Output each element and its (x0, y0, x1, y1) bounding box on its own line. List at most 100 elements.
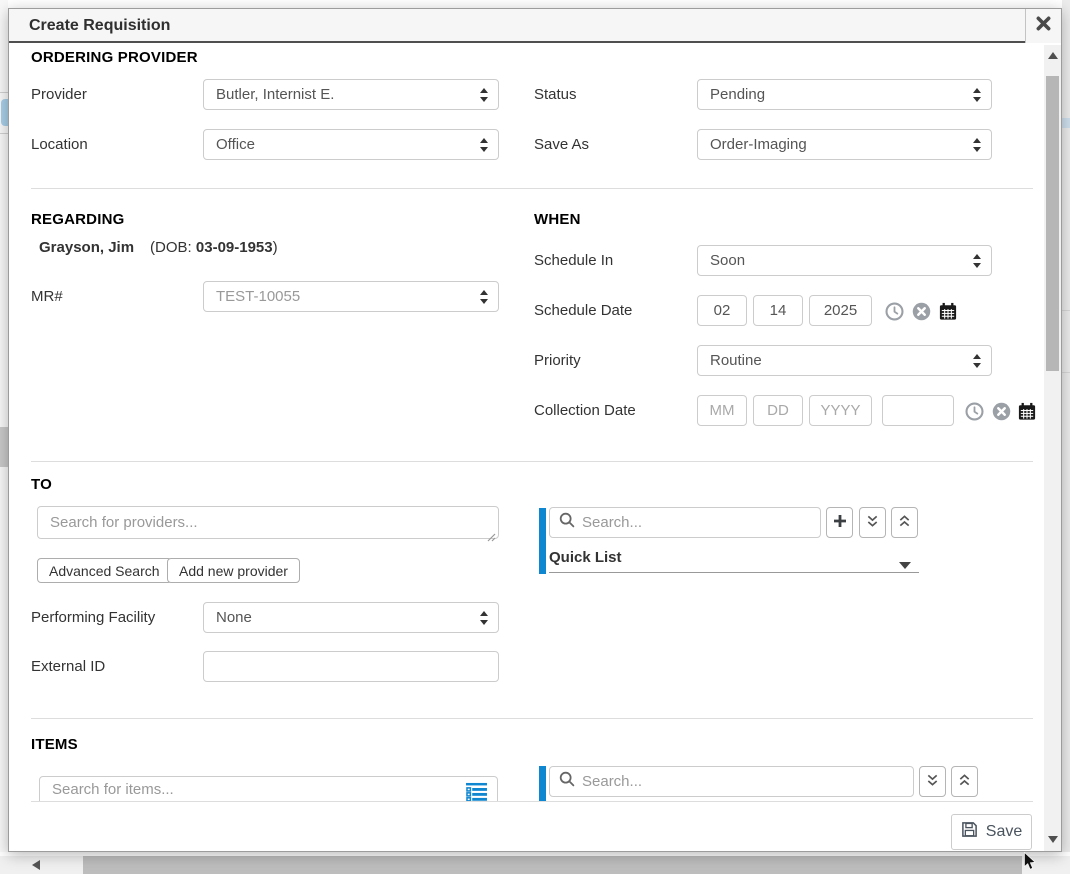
performing-facility-select[interactable]: None (203, 602, 499, 633)
location-label: Location (31, 129, 88, 160)
modal-footer: Save (9, 801, 1061, 851)
scroll-up-button[interactable] (1044, 47, 1061, 64)
expand-all-button[interactable] (919, 766, 946, 797)
calendar-icon[interactable] (1017, 401, 1037, 421)
when-heading: WHEN (534, 211, 581, 228)
clock-icon[interactable] (884, 301, 904, 321)
quick-panel-accent-bar (539, 508, 546, 574)
schedule-year-input[interactable] (809, 295, 872, 326)
status-label: Status (534, 79, 577, 110)
plus-icon (833, 514, 847, 531)
item-search-input[interactable] (52, 781, 452, 798)
save-floppy-icon (961, 821, 978, 843)
schedule-day-input[interactable] (753, 295, 803, 326)
item-quick-search-input[interactable] (582, 773, 904, 790)
scroll-left-arrow-icon[interactable] (32, 860, 40, 870)
vertical-scrollbar-thumb[interactable] (1046, 76, 1059, 371)
select-updown-icon (479, 88, 489, 107)
schedule-date-row: Schedule Date (9, 295, 1046, 326)
collection-date-row: Collection Date (9, 395, 1046, 426)
collapse-all-button[interactable] (951, 766, 978, 797)
background-right-strip (1062, 0, 1070, 874)
scrollbar-corner (1055, 856, 1070, 874)
modal-header: Create Requisition (9, 9, 1061, 43)
provider-search-textarea[interactable] (37, 506, 499, 539)
location-select[interactable]: Office (203, 129, 499, 160)
to-heading: TO (31, 476, 52, 493)
add-provider-to-list-button[interactable] (826, 507, 853, 538)
priority-row: Priority Routine (9, 345, 1046, 376)
background-blue-button-fragment (1, 99, 8, 126)
add-new-provider-button[interactable]: Add new provider (167, 558, 300, 583)
create-requisition-modal: Create Requisition ORDERING PROVIDER Pro… (8, 8, 1062, 852)
priority-select[interactable]: Routine (697, 345, 992, 376)
save-as-label: Save As (534, 129, 589, 160)
scroll-up-arrow-icon (1048, 52, 1058, 59)
external-id-label: External ID (31, 651, 105, 682)
quick-list-header[interactable]: Quick List (549, 547, 919, 573)
close-icon (1036, 16, 1051, 36)
double-chevron-up-icon (898, 515, 911, 531)
schedule-in-select[interactable]: Soon (697, 245, 992, 276)
mouse-cursor-icon (1024, 852, 1036, 874)
background-divider (1062, 372, 1070, 373)
collection-day-input[interactable] (753, 395, 803, 426)
double-chevron-down-icon (926, 774, 939, 790)
provider-status-row: Provider Butler, Internist E. Status Pen… (9, 79, 1046, 110)
collection-month-input[interactable] (697, 395, 747, 426)
select-updown-icon (972, 88, 982, 107)
schedule-in-select-value: Soon (710, 246, 745, 275)
quick-list-label: Quick List (549, 549, 622, 566)
page-horizontal-scrollbar[interactable] (0, 856, 1055, 874)
clear-date-icon[interactable] (991, 401, 1011, 421)
regarding-heading: REGARDING (31, 211, 124, 228)
modal-vertical-scrollbar[interactable] (1044, 45, 1061, 851)
collection-year-input[interactable] (809, 395, 872, 426)
schedule-in-row: Schedule In Soon (9, 245, 1046, 276)
background-divider (0, 133, 8, 134)
footer-divider (31, 801, 1033, 802)
double-chevron-up-icon (958, 774, 971, 790)
scroll-down-button[interactable] (1044, 831, 1061, 848)
collapse-all-button[interactable] (891, 507, 918, 538)
section-divider (31, 718, 1033, 719)
ordering-provider-heading: ORDERING PROVIDER (31, 49, 198, 66)
select-updown-icon (479, 611, 489, 630)
background-left-strip (0, 0, 8, 874)
external-id-input[interactable] (203, 651, 499, 682)
provider-label: Provider (31, 79, 87, 110)
save-as-select[interactable]: Order-Imaging (697, 129, 992, 160)
horizontal-scrollbar-thumb[interactable] (83, 856, 1022, 874)
page-background: Create Requisition ORDERING PROVIDER Pro… (0, 0, 1070, 874)
double-chevron-down-icon (866, 515, 879, 531)
search-icon (559, 512, 575, 533)
clock-icon[interactable] (964, 401, 984, 421)
expand-all-button[interactable] (859, 507, 886, 538)
close-button[interactable] (1025, 9, 1061, 43)
section-divider (31, 188, 1033, 189)
performing-facility-select-value: None (216, 603, 252, 632)
advanced-search-button[interactable]: Advanced Search (37, 558, 172, 583)
status-select-value: Pending (710, 80, 765, 109)
save-button[interactable]: Save (951, 814, 1032, 850)
item-quick-search[interactable] (549, 766, 914, 797)
collection-time-input[interactable] (882, 395, 954, 426)
modal-title: Create Requisition (29, 9, 170, 42)
schedule-month-input[interactable] (697, 295, 747, 326)
item-search-field[interactable] (39, 776, 498, 803)
provider-quick-search-input[interactable] (582, 514, 811, 531)
performing-facility-row: Performing Facility None (9, 602, 1046, 633)
priority-select-value: Routine (710, 346, 762, 375)
clear-date-icon[interactable] (911, 301, 931, 321)
status-select[interactable]: Pending (697, 79, 992, 110)
schedule-in-label: Schedule In (534, 245, 613, 276)
section-divider (31, 461, 1033, 462)
calendar-icon[interactable] (938, 301, 958, 321)
provider-quick-search[interactable] (549, 507, 821, 538)
performing-facility-label: Performing Facility (31, 602, 155, 633)
item-table-icon[interactable] (465, 782, 488, 803)
page-bottom-area (0, 852, 1070, 874)
search-icon (559, 771, 575, 792)
priority-label: Priority (534, 345, 581, 376)
provider-select[interactable]: Butler, Internist E. (203, 79, 499, 110)
